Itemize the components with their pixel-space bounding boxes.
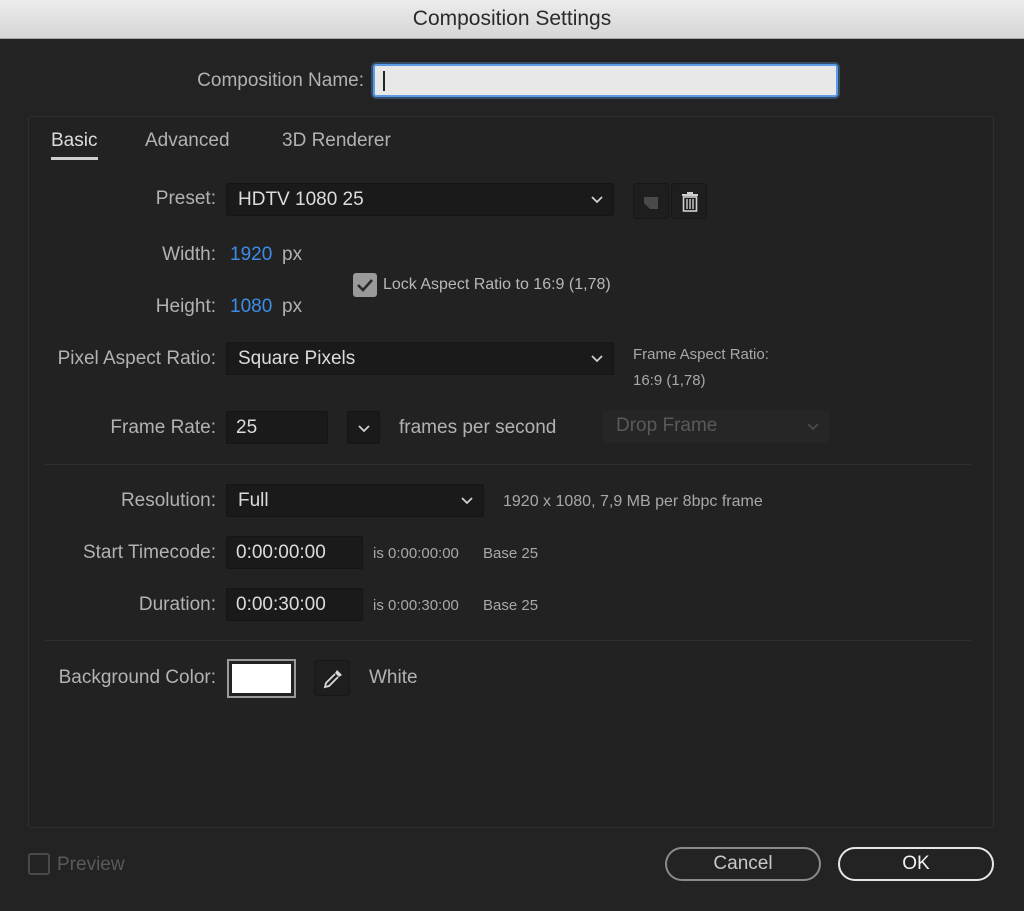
settings-panel xyxy=(28,116,994,828)
composition-settings-dialog: Composition Settings Composition Name: B… xyxy=(0,0,1024,911)
lock-aspect-checkbox[interactable] xyxy=(353,273,377,297)
tab-advanced[interactable]: Advanced xyxy=(145,130,230,152)
chevron-down-icon xyxy=(807,423,819,431)
trash-icon xyxy=(682,192,698,212)
resolution-label: Resolution: xyxy=(120,490,216,511)
pixel-aspect-label: Pixel Aspect Ratio: xyxy=(57,348,216,369)
duration-base: Base 25 xyxy=(483,597,539,614)
background-color-name: White xyxy=(369,667,418,688)
background-color-label: Background Color: xyxy=(58,667,216,688)
pixel-aspect-value: Square Pixels xyxy=(238,348,356,369)
background-color-fill xyxy=(232,664,291,693)
frame-aspect-label: Frame Aspect Ratio: xyxy=(633,346,769,363)
height-value[interactable]: 1080 xyxy=(230,296,272,318)
cancel-button[interactable]: Cancel xyxy=(665,847,821,881)
resolution-value: Full xyxy=(238,490,269,511)
frame-aspect-value: 16:9 (1,78) xyxy=(633,372,706,389)
height-unit: px xyxy=(282,296,303,317)
frame-rate-dropdown[interactable] xyxy=(347,411,380,444)
frame-rate-input[interactable]: 25 xyxy=(226,411,328,444)
frame-rate-value: 25 xyxy=(236,417,258,438)
section-divider xyxy=(45,640,971,641)
chevron-down-icon xyxy=(591,196,603,204)
tab-basic[interactable]: Basic xyxy=(51,130,97,152)
duration-label: Duration: xyxy=(138,594,216,615)
frame-rate-label: Frame Rate: xyxy=(110,417,216,438)
duration-value: 0:00:30:00 xyxy=(236,594,326,615)
pixel-aspect-dropdown[interactable]: Square Pixels xyxy=(226,342,614,375)
delete-preset-button[interactable] xyxy=(671,183,707,219)
tab-3d-renderer[interactable]: 3D Renderer xyxy=(282,130,391,152)
section-divider xyxy=(45,464,971,465)
preset-label: Preset: xyxy=(155,188,216,209)
duration-is: is 0:00:30:00 xyxy=(373,597,459,614)
start-timecode-is: is 0:00:00:00 xyxy=(373,545,459,562)
height-label: Height: xyxy=(155,296,216,317)
frame-rate-unit: frames per second xyxy=(399,417,557,438)
preset-value: HDTV 1080 25 xyxy=(238,189,364,210)
duration-input[interactable]: 0:00:30:00 xyxy=(226,588,363,621)
eyedropper-button[interactable] xyxy=(314,660,350,696)
resolution-dropdown[interactable]: Full xyxy=(226,484,484,517)
preview-checkbox[interactable] xyxy=(28,853,50,875)
checkmark-icon xyxy=(357,279,373,292)
save-preset-icon xyxy=(644,197,658,209)
lock-aspect-label: Lock Aspect Ratio to 16:9 (1,78) xyxy=(383,276,611,293)
eyedropper-icon xyxy=(323,670,342,689)
title-bar: Composition Settings xyxy=(0,0,1024,39)
start-timecode-value: 0:00:00:00 xyxy=(236,542,326,563)
drop-frame-value: Drop Frame xyxy=(616,415,718,436)
resolution-info: 1920 x 1080, 7,9 MB per 8bpc frame xyxy=(503,493,763,510)
drop-frame-dropdown: Drop Frame xyxy=(603,410,829,443)
chevron-down-icon xyxy=(358,425,370,433)
preview-label: Preview xyxy=(57,854,125,875)
save-preset-button[interactable] xyxy=(633,183,669,219)
ok-button[interactable]: OK xyxy=(838,847,994,881)
window-title: Composition Settings xyxy=(412,7,612,30)
preset-dropdown[interactable]: HDTV 1080 25 xyxy=(226,183,614,216)
start-timecode-label: Start Timecode: xyxy=(82,542,216,563)
width-label: Width: xyxy=(162,244,216,265)
width-unit: px xyxy=(282,244,303,265)
text-caret xyxy=(383,71,385,91)
chevron-down-icon xyxy=(461,497,473,505)
width-value[interactable]: 1920 xyxy=(230,244,272,266)
background-color-swatch[interactable] xyxy=(227,659,296,698)
active-tab-indicator xyxy=(51,157,98,160)
chevron-down-icon xyxy=(591,355,603,363)
composition-name-label: Composition Name: xyxy=(197,70,364,91)
start-timecode-input[interactable]: 0:00:00:00 xyxy=(226,536,363,569)
start-timecode-base: Base 25 xyxy=(483,545,539,562)
composition-name-input[interactable] xyxy=(373,64,838,97)
